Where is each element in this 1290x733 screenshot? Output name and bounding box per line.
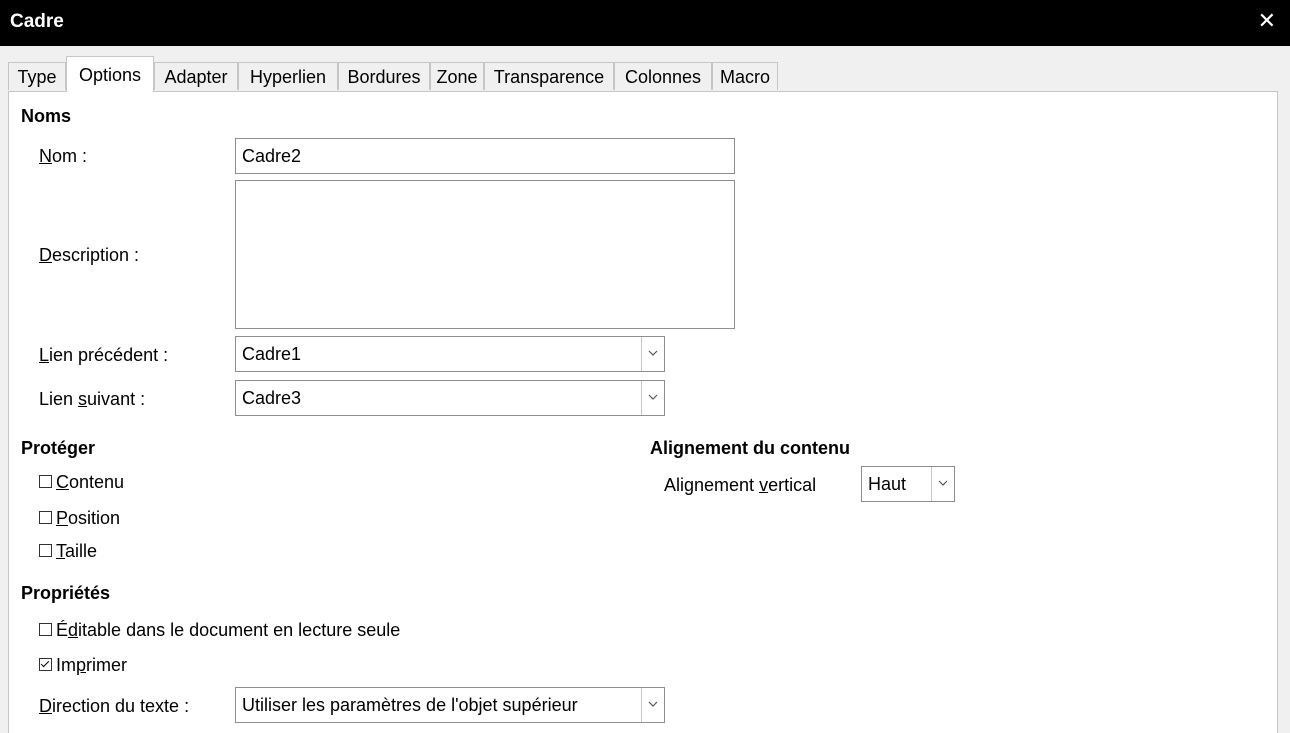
vertical-alignment-accel: v bbox=[759, 475, 769, 495]
next-link-value: Cadre3 bbox=[242, 388, 302, 408]
print-rest: rimer bbox=[86, 655, 128, 675]
chevron-down-icon[interactable] bbox=[931, 467, 954, 501]
protect-size-accel: T bbox=[56, 541, 65, 561]
vertical-alignment-label: Alignement vertical bbox=[664, 475, 816, 496]
chevron-down-icon[interactable] bbox=[641, 381, 664, 415]
protect-position-accel: P bbox=[56, 508, 69, 528]
tab-transparence[interactable]: Transparence bbox=[484, 62, 614, 90]
editable-readonly-checkbox[interactable]: Éditable dans le document en lecture seu… bbox=[39, 620, 400, 641]
next-link-label-accel: s bbox=[78, 389, 88, 409]
description-label-rest: escription : bbox=[52, 245, 140, 265]
prev-link-select[interactable]: Cadre1 bbox=[235, 336, 665, 372]
properties-heading: Propriétés bbox=[21, 583, 111, 603]
tab-options[interactable]: Options bbox=[66, 56, 154, 92]
name-label-rest: om : bbox=[52, 146, 88, 166]
checkbox-icon[interactable] bbox=[39, 474, 52, 488]
vertical-alignment-value: Haut bbox=[868, 474, 907, 494]
text-direction-accel: D bbox=[39, 696, 52, 716]
protect-position-rest: osition bbox=[68, 508, 121, 528]
text-direction-select[interactable]: Utiliser les paramètres de l'objet supér… bbox=[235, 687, 665, 723]
name-label: Nom : bbox=[39, 146, 87, 167]
editable-rest: itable dans le document en lecture seule bbox=[78, 620, 401, 640]
text-direction-rest: irection du texte : bbox=[52, 696, 190, 716]
checkbox-icon[interactable] bbox=[39, 543, 52, 557]
checkbox-icon[interactable] bbox=[39, 622, 52, 636]
next-link-label-rest: uivant : bbox=[87, 389, 146, 409]
tab-type[interactable]: Type bbox=[8, 62, 66, 90]
description-label: Description : bbox=[39, 245, 139, 266]
vertical-alignment-rest: ertical bbox=[768, 475, 817, 495]
tab-hyperlien[interactable]: Hyperlien bbox=[238, 62, 338, 90]
editable-accel: d bbox=[68, 620, 79, 640]
name-label-accel: N bbox=[39, 146, 52, 166]
protect-size-checkbox[interactable]: Taille bbox=[39, 541, 97, 562]
next-link-label-pre: Lien bbox=[39, 389, 79, 409]
protect-content-accel: C bbox=[56, 472, 69, 492]
print-pre: Im bbox=[56, 655, 76, 675]
protect-heading: Protéger bbox=[21, 438, 96, 458]
tab-bordures[interactable]: Bordures bbox=[338, 62, 430, 90]
prev-link-label: Lien précédent : bbox=[39, 345, 168, 366]
alignment-heading: Alignement du contenu bbox=[650, 438, 850, 458]
editable-pre: É bbox=[56, 620, 69, 640]
name-input[interactable]: Cadre2 bbox=[235, 138, 735, 174]
text-direction-label: Direction du texte : bbox=[39, 696, 189, 717]
window-title: Cadre bbox=[10, 11, 64, 32]
tab-macro[interactable]: Macro bbox=[712, 62, 778, 90]
chevron-down-icon[interactable] bbox=[641, 337, 664, 371]
close-icon[interactable]: ✕ bbox=[1258, 8, 1276, 34]
tab-colonnes[interactable]: Colonnes bbox=[614, 62, 712, 90]
checkbox-icon[interactable] bbox=[39, 510, 52, 524]
protect-content-rest: ontenu bbox=[69, 472, 125, 492]
prev-link-label-accel: L bbox=[39, 345, 50, 365]
tab-zone[interactable]: Zone bbox=[430, 62, 484, 90]
protect-size-rest: aille bbox=[65, 541, 98, 561]
prev-link-value: Cadre1 bbox=[242, 344, 302, 364]
description-label-accel: D bbox=[39, 245, 52, 265]
title-bar: Cadre ✕ bbox=[0, 0, 1290, 46]
chevron-down-icon[interactable] bbox=[641, 688, 664, 722]
description-textarea[interactable] bbox=[235, 180, 735, 329]
vertical-alignment-select[interactable]: Haut bbox=[861, 466, 955, 502]
protect-content-checkbox[interactable]: Contenu bbox=[39, 472, 124, 493]
print-checkbox[interactable]: Imprimer bbox=[39, 655, 127, 676]
options-panel: Noms Nom : Cadre2 Description : Lien pré… bbox=[8, 91, 1278, 733]
checkbox-icon[interactable] bbox=[39, 657, 52, 671]
print-accel: p bbox=[76, 655, 87, 675]
names-heading: Noms bbox=[21, 106, 72, 126]
tab-adapter[interactable]: Adapter bbox=[154, 62, 238, 90]
prev-link-label-rest: ien précédent : bbox=[49, 345, 169, 365]
next-link-label: Lien suivant : bbox=[39, 389, 145, 410]
text-direction-value: Utiliser les paramètres de l'objet supér… bbox=[242, 695, 578, 715]
protect-position-checkbox[interactable]: Position bbox=[39, 508, 120, 529]
next-link-select[interactable]: Cadre3 bbox=[235, 380, 665, 416]
vertical-alignment-pre: Alignement bbox=[664, 475, 760, 495]
